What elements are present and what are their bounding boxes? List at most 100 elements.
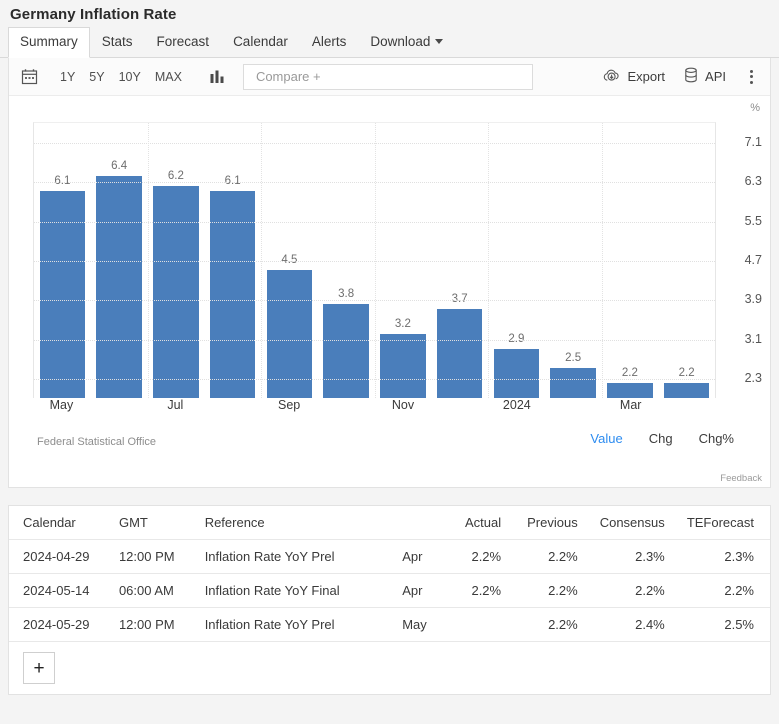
bar[interactable]: [153, 186, 199, 398]
cell-actual: 2.2%: [444, 573, 518, 608]
cloud-download-icon: [603, 68, 621, 86]
vertical-gridline: [261, 123, 262, 398]
x-axis-tick-label: [431, 398, 488, 412]
bar-chart-icon[interactable]: [203, 64, 231, 90]
tab-label: Alerts: [311, 34, 347, 49]
x-axis-tick-label: [659, 398, 716, 412]
series-toggle-chgpct[interactable]: Chg%: [699, 431, 734, 446]
bar[interactable]: [96, 176, 142, 398]
tab-label: Summary: [20, 34, 78, 49]
tab-label: Forecast: [156, 34, 210, 49]
chart-source: Federal Statistical Office: [37, 436, 157, 448]
vertical-gridline: [488, 123, 489, 398]
calendar-table-panel: Calendar GMT Reference Actual Previous C…: [8, 505, 771, 695]
vertical-gridline: [147, 123, 149, 398]
x-axis-tick-label: [90, 398, 147, 412]
calendar-icon[interactable]: [15, 64, 43, 90]
table-row[interactable]: 2024-05-14 06:00 AM Inflation Rate YoY F…: [9, 573, 770, 608]
feedback-link[interactable]: Feedback: [720, 473, 762, 484]
toolbar-actions: Export API: [595, 64, 762, 89]
table-row[interactable]: 2024-05-29 12:00 PM Inflation Rate YoY P…: [9, 607, 770, 642]
column-header-consensus[interactable]: Consensus: [593, 506, 681, 540]
tab-alerts[interactable]: Alerts: [300, 27, 359, 58]
cell-gmt: 12:00 PM: [112, 607, 199, 642]
x-axis-tick-label: Jul: [167, 398, 184, 412]
tab-forecast[interactable]: Forecast: [145, 27, 222, 58]
cell-calendar: 2024-04-29: [9, 539, 113, 574]
vertical-gridline: [374, 123, 376, 398]
x-axis-tick-label: 2024: [502, 398, 531, 412]
bar[interactable]: [607, 383, 653, 398]
export-button[interactable]: Export: [595, 65, 673, 89]
y-axis-tick-label: 3.9: [744, 292, 762, 307]
column-header-gmt[interactable]: GMT: [112, 506, 199, 540]
column-header-teforecast[interactable]: TEForecast: [680, 506, 770, 540]
compare-input[interactable]: [253, 68, 522, 85]
x-axis-tick-label: Sep: [278, 398, 301, 412]
series-toggle-value[interactable]: Value: [590, 431, 622, 446]
y-axis-tick-label: 2.3: [744, 371, 762, 386]
bar[interactable]: [663, 383, 710, 398]
cell-calendar: 2024-05-14: [9, 573, 113, 608]
compare-field[interactable]: [242, 63, 533, 90]
cell-reference: Inflation Rate YoY Prel: [198, 607, 397, 642]
column-header-reference[interactable]: Reference: [198, 506, 397, 540]
table-row[interactable]: 2024-04-29 12:00 PM Inflation Rate YoY P…: [9, 539, 770, 574]
x-axis-tick-label: Nov: [391, 398, 415, 412]
bar[interactable]: [380, 333, 426, 398]
cell-calendar: 2024-05-29: [9, 607, 113, 642]
tab-label: Calendar: [233, 34, 288, 49]
cell-actual: [444, 607, 518, 642]
y-axis-tick-label: 5.5: [744, 213, 762, 228]
bar[interactable]: [323, 304, 369, 398]
cell-period: Apr: [396, 573, 445, 608]
plot-canvas: 6.1 6.4 6.2 6.1 4.5 3.8 3.2 3.7 2.9 2.5 2.2 2.2: [33, 122, 716, 398]
api-button[interactable]: API: [675, 64, 734, 89]
cell-previous: 2.2%: [517, 607, 594, 642]
bar-value-label: 3.7: [451, 293, 468, 306]
plot-area: % 6.1 6.4 6.2 6.1 4.5 3.8 3.2 3.7 2.9 2.5 2.2 2.2 7…: [9, 96, 770, 488]
calendar-table: Calendar GMT Reference Actual Previous C…: [9, 506, 770, 642]
database-icon: [683, 67, 699, 86]
range-max[interactable]: MAX: [148, 67, 189, 87]
y-axis-tick-label: 4.7: [744, 253, 762, 267]
tab-calendar[interactable]: Calendar: [221, 27, 300, 58]
add-button[interactable]: +: [23, 652, 55, 684]
cell-consensus: 2.3%: [593, 539, 681, 574]
tab-label: Stats: [101, 34, 133, 49]
x-axis-tick-label: [204, 398, 261, 412]
range-10y[interactable]: 10Y: [112, 67, 148, 87]
cell-consensus: 2.4%: [593, 607, 681, 642]
y-axis-tick-label: 7.1: [744, 134, 762, 149]
bar-value-label: 4.5: [281, 253, 298, 266]
bar-value-label: 6.4: [111, 160, 128, 173]
range-1y[interactable]: 1Y: [53, 67, 82, 87]
series-toggle-chg[interactable]: Chg: [649, 431, 673, 446]
y-axis-tick-label: 3.1: [744, 331, 762, 346]
bar[interactable]: [550, 368, 596, 398]
bar[interactable]: [436, 309, 483, 398]
column-header-actual[interactable]: Actual: [444, 506, 518, 540]
tab-summary[interactable]: Summary: [8, 27, 90, 58]
series-toggle-group: Value Chg Chg%: [590, 431, 734, 446]
x-axis-tick-label: May: [49, 398, 74, 412]
range-selector: 1Y 5Y 10Y MAX: [53, 67, 189, 87]
tab-download[interactable]: Download: [358, 27, 455, 58]
range-5y[interactable]: 5Y: [82, 67, 111, 87]
export-label: Export: [627, 69, 666, 84]
cell-reference: Inflation Rate YoY Prel: [198, 539, 397, 574]
bar-value-label: 6.1: [224, 175, 241, 187]
chevron-down-icon: [435, 39, 444, 44]
column-header-calendar[interactable]: Calendar: [9, 506, 113, 540]
vertical-dots-icon[interactable]: [740, 65, 762, 89]
bar[interactable]: [493, 348, 540, 398]
x-axis-labels: May Jul Sep Nov 2024 Mar: [33, 398, 716, 412]
cell-reference: Inflation Rate YoY Final: [198, 573, 397, 608]
tab-stats[interactable]: Stats: [90, 27, 145, 58]
cell-previous: 2.2%: [517, 539, 594, 574]
column-header-previous[interactable]: Previous: [517, 506, 594, 540]
bar-value-label: 2.9: [508, 332, 525, 345]
y-axis-tick-label: 6.3: [744, 174, 762, 189]
cell-previous: 2.2%: [517, 573, 594, 608]
x-axis-tick-label: [545, 398, 602, 412]
